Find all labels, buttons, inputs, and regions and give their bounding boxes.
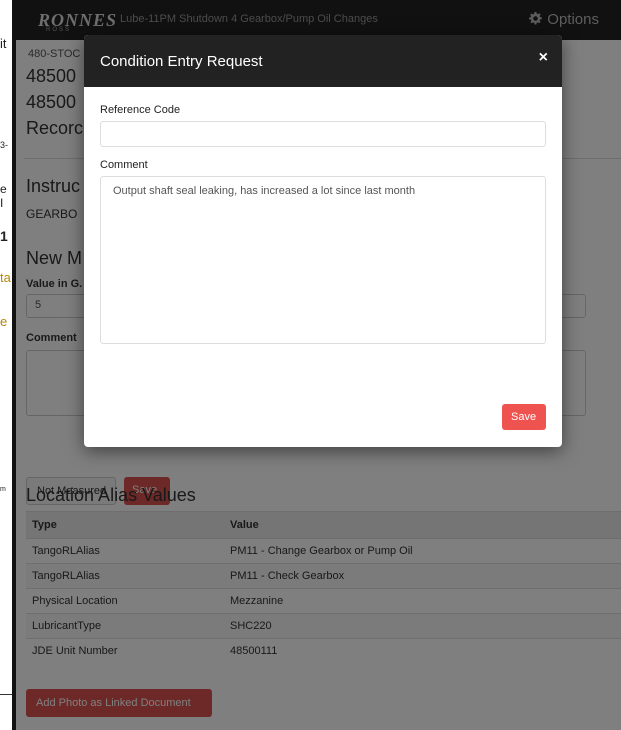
modal-title: Condition Entry Request <box>100 53 263 70</box>
outer-text-fragment: e I <box>0 182 7 210</box>
reference-code-input[interactable] <box>100 121 546 147</box>
comment-textarea[interactable]: Output shaft seal leaking, has increased… <box>100 176 546 344</box>
save-button[interactable]: Save <box>502 404 546 430</box>
outer-text-fragment: 1 <box>0 228 8 244</box>
outer-text-fragment: m <box>0 486 6 493</box>
close-icon[interactable]: × <box>539 49 548 67</box>
outer-text-fragment: it <box>0 36 7 51</box>
condition-entry-modal: Condition Entry Request × Reference Code… <box>84 35 562 447</box>
reference-code-label: Reference Code <box>100 104 181 116</box>
outer-text-fragment: e <box>0 314 8 329</box>
modal-header: Condition Entry Request × <box>84 35 562 87</box>
outer-text-fragment: ta <box>0 270 11 285</box>
outer-window-strip: it 3- e I 1 ta e m <box>0 0 12 730</box>
app-window: RONNES ROSS Lube-11PM Shutdown 4 Gearbox… <box>16 0 621 730</box>
outer-text-fragment: 3- <box>0 140 9 150</box>
comment-label: Comment <box>100 159 148 171</box>
